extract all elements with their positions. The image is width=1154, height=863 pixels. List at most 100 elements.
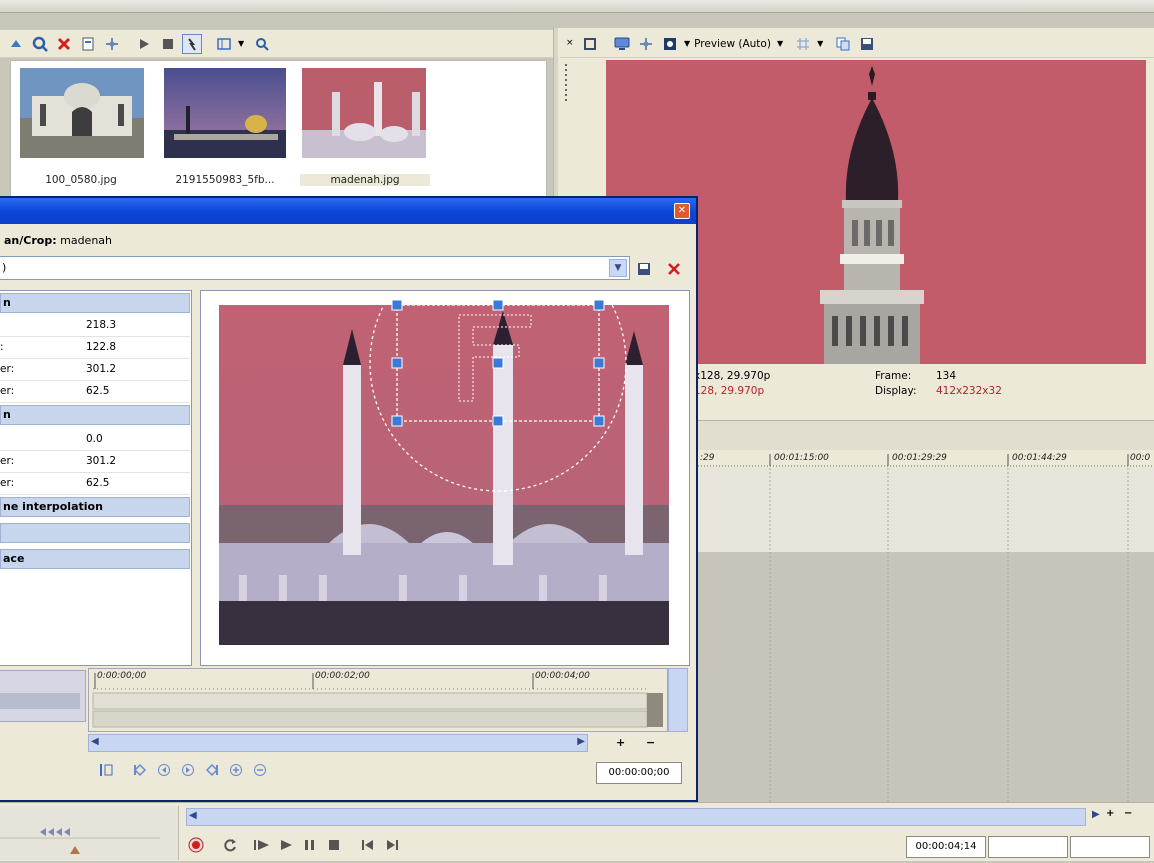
- media-file-name: 2191550983_5fb...: [175, 174, 275, 186]
- next-keyframe-icon[interactable]: [178, 760, 198, 780]
- scroll-right-icon[interactable]: ▶: [1092, 809, 1100, 820]
- section-header[interactable]: ace: [0, 549, 190, 569]
- section-header[interactable]: ne interpolation: [0, 497, 190, 517]
- previous-keyframe-icon[interactable]: [154, 760, 174, 780]
- property-value[interactable]: 301.2: [86, 455, 116, 467]
- pan-crop-workspace[interactable]: [200, 290, 690, 666]
- video-output-icon[interactable]: [580, 34, 600, 54]
- go-to-end-icon[interactable]: [382, 835, 402, 855]
- stop-icon[interactable]: [158, 34, 178, 54]
- zoom-in-icon[interactable]: +: [616, 736, 625, 749]
- scroll-right-icon[interactable]: ▶: [577, 736, 585, 747]
- section-header[interactable]: n: [0, 293, 190, 313]
- property-row[interactable]: er: 301.2: [0, 451, 190, 473]
- save-snapshot-icon[interactable]: [857, 34, 877, 54]
- close-icon[interactable]: ✕: [674, 203, 690, 219]
- preview-quality-dropdown-icon[interactable]: ▼: [777, 39, 783, 48]
- property-value[interactable]: 62.5: [86, 385, 109, 397]
- property-row[interactable]: er: 301.2: [0, 359, 190, 381]
- preview-quality-label[interactable]: Preview (Auto): [694, 38, 771, 50]
- preset-dropdown[interactable]: ) ▼: [0, 256, 630, 280]
- views-icon[interactable]: [214, 34, 234, 54]
- delete-preset-icon[interactable]: [664, 259, 684, 279]
- zoom-in-icon[interactable]: +: [1106, 808, 1114, 819]
- preview-quality-dropdown-icon[interactable]: ▼: [684, 39, 690, 48]
- preview-fx-icon[interactable]: [636, 34, 656, 54]
- play-icon[interactable]: [134, 34, 154, 54]
- keyframe-cursor-time[interactable]: 00:00:00;00: [596, 762, 682, 784]
- search-media-icon[interactable]: [30, 34, 50, 54]
- search-icon[interactable]: [252, 34, 272, 54]
- delete-icon[interactable]: [54, 34, 74, 54]
- copy-snapshot-icon[interactable]: [833, 34, 853, 54]
- property-row[interactable]: er: 62.5: [0, 381, 190, 403]
- external-monitor-icon[interactable]: [612, 34, 632, 54]
- stop-icon[interactable]: [324, 835, 344, 855]
- scroll-left-icon[interactable]: ◀: [91, 736, 99, 747]
- play-icon[interactable]: [276, 835, 296, 855]
- media-fx-icon[interactable]: [102, 34, 122, 54]
- ruler-label: 00:01:15:00: [774, 453, 829, 463]
- media-thumbnail[interactable]: [164, 68, 286, 158]
- last-keyframe-icon[interactable]: [202, 760, 222, 780]
- property-value[interactable]: 218.3: [86, 319, 116, 331]
- property-value[interactable]: 0.0: [86, 433, 103, 445]
- media-thumbnail[interactable]: [20, 68, 144, 158]
- delete-keyframe-icon[interactable]: [250, 760, 270, 780]
- property-name: er:: [0, 477, 15, 489]
- close-pane-icon[interactable]: ×: [564, 34, 576, 54]
- display-value: 412x232x32: [936, 385, 1002, 397]
- record-icon[interactable]: [186, 835, 206, 855]
- property-value[interactable]: 301.2: [86, 363, 116, 375]
- timeline-cursor-time[interactable]: 00:00:04;14: [906, 836, 986, 858]
- frame-label: Frame:: [875, 370, 912, 382]
- media-toolbar: ▼: [0, 30, 555, 58]
- zoom-out-icon[interactable]: −: [1124, 808, 1132, 819]
- svg-text:×: ×: [566, 38, 574, 48]
- views-dropdown-icon[interactable]: ▼: [238, 39, 244, 48]
- keyframe-timeline[interactable]: 0:00:00;00 00:00:02;00 00:00:04;00: [88, 668, 668, 732]
- selection-start-field[interactable]: [988, 836, 1068, 858]
- split-screen-icon[interactable]: [660, 34, 680, 54]
- dialog-caption-event: madenah: [60, 234, 112, 247]
- dialog-titlebar[interactable]: ✕: [0, 198, 696, 224]
- property-row[interactable]: 0.0: [0, 429, 190, 451]
- auto-preview-icon[interactable]: [182, 33, 202, 54]
- selection-length-field[interactable]: [1070, 836, 1150, 858]
- property-row[interactable]: 218.3: [0, 315, 190, 337]
- keyframe-vertical-scrollbar[interactable]: [668, 668, 688, 732]
- keyframe-horizontal-scrollbar[interactable]: ◀ ▶: [88, 734, 588, 752]
- import-icon[interactable]: [6, 34, 26, 54]
- ruler-label: :29: [700, 453, 715, 463]
- overlays-dropdown-icon[interactable]: ▼: [817, 39, 823, 48]
- properties-panel: n 218.3 : 122.8 er: 301.2 er: 62.5 n 0.0 er…: [0, 290, 192, 666]
- properties-icon[interactable]: [78, 34, 98, 54]
- scroll-left-icon[interactable]: ◀: [189, 810, 197, 821]
- section-header[interactable]: [0, 523, 190, 543]
- timeline-horizontal-scrollbar[interactable]: ◀: [186, 808, 1086, 826]
- timeline-ruler[interactable]: :29 00:01:15:00 00:01:29:29 00:01:44:29 …: [698, 450, 1154, 468]
- property-value[interactable]: 62.5: [86, 477, 109, 489]
- play-from-start-icon[interactable]: [252, 835, 272, 855]
- transport-controls: [186, 832, 406, 858]
- chevron-down-icon[interactable]: ▼: [609, 259, 627, 277]
- section-header[interactable]: n: [0, 405, 190, 425]
- dialog-caption-label: an/Crop:: [4, 234, 57, 247]
- save-preset-icon[interactable]: [634, 259, 654, 279]
- property-name: er:: [0, 385, 15, 397]
- sync-cursor-icon[interactable]: [96, 760, 116, 780]
- property-row[interactable]: er: 62.5: [0, 473, 190, 495]
- zoom-out-icon[interactable]: −: [646, 736, 655, 749]
- property-row[interactable]: : 122.8: [0, 337, 190, 359]
- property-value[interactable]: 122.8: [86, 341, 116, 353]
- pause-icon[interactable]: [300, 835, 320, 855]
- preview-project-info: x128, 29.970p: [694, 370, 771, 382]
- media-thumbnail-selected[interactable]: [302, 68, 426, 158]
- overlays-icon[interactable]: [793, 34, 813, 54]
- add-keyframe-icon[interactable]: [226, 760, 246, 780]
- first-keyframe-icon[interactable]: [130, 760, 150, 780]
- pane-grip[interactable]: [563, 62, 571, 108]
- go-to-start-icon[interactable]: [358, 835, 378, 855]
- loop-playback-icon[interactable]: [220, 835, 240, 855]
- keyframe-controls: [96, 760, 274, 780]
